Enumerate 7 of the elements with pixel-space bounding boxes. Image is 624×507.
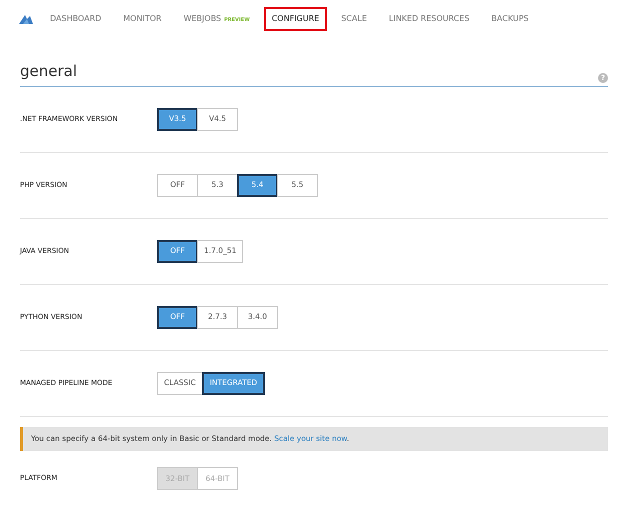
nav-tab[interactable]: CONFIGURE — [264, 7, 328, 31]
nav-tab[interactable]: DASHBOARD — [42, 7, 110, 31]
nav-tab[interactable]: MONITOR — [115, 7, 170, 31]
nav-tab[interactable]: BACKUPS — [483, 7, 537, 31]
nav-tab[interactable]: LINKED RESOURCES — [380, 7, 478, 31]
section-title: general — [20, 61, 78, 82]
nav-tab[interactable]: SCALE — [333, 7, 375, 31]
